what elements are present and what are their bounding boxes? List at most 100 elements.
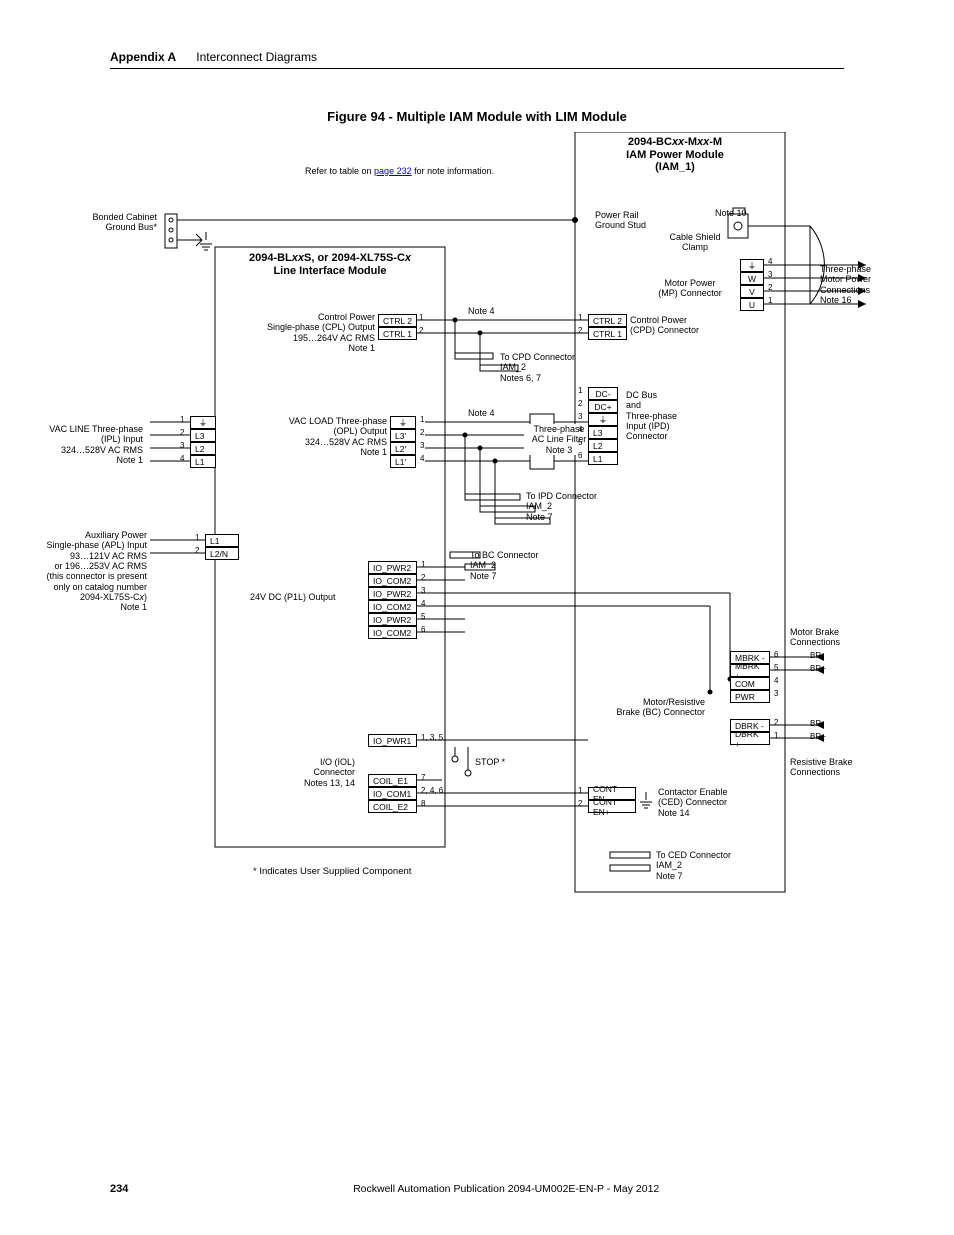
power-rail-label: Power RailGround Stud xyxy=(595,210,646,231)
pin-mbrkp: MBRK + xyxy=(730,664,770,677)
apl-label: Auxiliary PowerSingle-phase (APL) Input … xyxy=(40,530,147,613)
pn: 2 xyxy=(419,326,423,335)
pin-contenp: CONT EN+ xyxy=(588,800,636,813)
cpl-label: Control Power Single-phase (CPL) Output … xyxy=(245,312,375,353)
user-supplied-note: * Indicates User Supplied Component xyxy=(253,867,411,878)
pn: 2, 4, 6 xyxy=(421,786,443,795)
pn: 4 xyxy=(180,454,184,463)
pin-ctrl2-iam: CTRL 2 xyxy=(588,314,627,327)
pin-ctrl1-iam: CTRL 1 xyxy=(588,327,627,340)
lim-title: 2094-BLxxS, or 2094-XL75S-CxLine Interfa… xyxy=(218,252,442,277)
p1l-label: 24V DC (P1L) Output xyxy=(250,592,335,602)
cpd-label: Control Power(CPD) Connector xyxy=(630,315,699,336)
pn: 2 xyxy=(578,399,582,408)
pn: 1 xyxy=(768,296,772,305)
pin-dcminus: DC- xyxy=(588,387,618,400)
pn: 3 xyxy=(180,441,184,450)
to-ipd-label: To IPD ConnectorIAM_2Note 7 xyxy=(526,491,597,522)
section-label: Interconnect Diagrams xyxy=(196,50,317,64)
pn: 3 xyxy=(420,441,424,450)
pin-ctrl1-lim: CTRL 1 xyxy=(378,327,417,340)
pn: 2 xyxy=(578,799,582,808)
bonded-ground-label: Bonded CabinetGround Bus* xyxy=(62,212,157,233)
pn: 3 xyxy=(774,689,778,698)
pn: 2 xyxy=(578,326,582,335)
acfilter-label: Three-phaseAC Line FilterNote 3 xyxy=(524,424,594,455)
pin-com: COM xyxy=(730,677,770,690)
pin-l2p: L2' xyxy=(390,442,416,455)
pin-gnd-ipd: ⏚ xyxy=(588,413,618,426)
diagram-svg xyxy=(110,132,870,912)
figure-title: Figure 94 - Multiple IAM Module with LIM… xyxy=(110,109,844,124)
mp-label: Motor Power(MP) Connector xyxy=(650,278,730,299)
pn: 4 xyxy=(421,599,425,608)
appendix-label: Appendix A xyxy=(110,50,176,64)
pn: 5 xyxy=(774,663,778,672)
pn: 1 xyxy=(419,313,423,322)
pin-iopwr2-3: IO_PWR2 xyxy=(368,613,417,626)
vacload-label: VAC LOAD Three-phase(OPL) Output 324…528… xyxy=(272,416,387,457)
to-bc-label: To BC ConnectorIAM_2Note 7 xyxy=(470,550,539,581)
pin-iocom2-2: IO_COM2 xyxy=(368,600,417,613)
pn: 4 xyxy=(578,425,582,434)
pn: 1 xyxy=(195,533,199,542)
pin-iocom2-1: IO_COM2 xyxy=(368,574,417,587)
pin-l3-ipd: L3 xyxy=(588,426,618,439)
pn: 6 xyxy=(774,650,778,659)
pin-dcplus: DC+ xyxy=(588,400,618,413)
pn: 1, 3, 5 xyxy=(421,733,443,742)
pn: 2 xyxy=(180,428,184,437)
pin-l1p: L1' xyxy=(390,455,416,468)
pin-l2-ipd: L2 xyxy=(588,439,618,452)
dcbus-label: DC Busand Three-phaseInput (IPD)Connecto… xyxy=(626,390,677,442)
pn: 4 xyxy=(420,454,424,463)
pn: 8 xyxy=(421,799,425,808)
header-rule xyxy=(110,68,844,69)
cable-shield-label: Cable ShieldClamp xyxy=(660,232,730,253)
pn: 2 xyxy=(421,573,425,582)
pin-l1-apl: L1 xyxy=(205,534,239,547)
to-ced-label: To CED ConnectorIAM_2Note 7 xyxy=(656,850,731,881)
pn: 1 xyxy=(578,786,582,795)
pin-l1-ipd: L1 xyxy=(588,452,618,465)
pin-iopwr2-1: IO_PWR2 xyxy=(368,561,417,574)
pn: 3 xyxy=(768,270,772,279)
pin-l3-ipl: L3 xyxy=(190,429,216,442)
pin-l3p: L3' xyxy=(390,429,416,442)
rbrake-label: Resistive BrakeConnections xyxy=(790,757,853,778)
to-cpd-label: To CPD ConnectorIAM_2Notes 6, 7 xyxy=(500,352,575,383)
pin-gnd: ⏚ xyxy=(740,259,764,272)
pn: 7 xyxy=(421,773,425,782)
stop-label: STOP * xyxy=(475,757,505,767)
pn: 4 xyxy=(774,676,778,685)
pin-gnd-opl: ⏚ xyxy=(390,416,416,429)
pn: 1 xyxy=(578,313,582,322)
pin-gnd-ipl: ⏚ xyxy=(190,416,216,429)
mp-out-label: Three-phaseMotor Power ConnectionsNote 1… xyxy=(820,264,871,305)
pin-v: V xyxy=(740,285,764,298)
pn: 6 xyxy=(578,451,582,460)
brp1: BR+ xyxy=(810,664,826,673)
pin-l2n: L2/N xyxy=(205,547,239,560)
pin-l2-ipl: L2 xyxy=(190,442,216,455)
pn: 1 xyxy=(420,415,424,424)
publication-id: Rockwell Automation Publication 2094-UM0… xyxy=(168,1183,844,1195)
pin-pwr: PWR xyxy=(730,690,770,703)
pin-iopwr2-2: IO_PWR2 xyxy=(368,587,417,600)
pn: 6 xyxy=(421,625,425,634)
pn: 2 xyxy=(420,428,424,437)
pin-iopwr1: IO_PWR1 xyxy=(368,734,417,747)
pn: 1 xyxy=(180,415,184,424)
brm2: BR- xyxy=(810,719,824,728)
diagram: 2094-BCxx-Mxx-M IAM Power Module (IAM_1)… xyxy=(110,132,870,912)
mbrake-label: Motor BrakeConnections xyxy=(790,627,840,648)
pn: 3 xyxy=(421,586,425,595)
pn: 2 xyxy=(774,718,778,727)
vacline-label: VAC LINE Three-phase(IPL) Input 324…528V… xyxy=(48,424,143,465)
brp2: BR+ xyxy=(810,732,826,741)
bc-label: Motor/ResistiveBrake (BC) Connector xyxy=(615,697,705,718)
brm1: BR- xyxy=(810,651,824,660)
note10: Note 10 xyxy=(715,208,747,218)
pin-iocom1: IO_COM1 xyxy=(368,787,417,800)
page-number: 234 xyxy=(110,1183,128,1195)
